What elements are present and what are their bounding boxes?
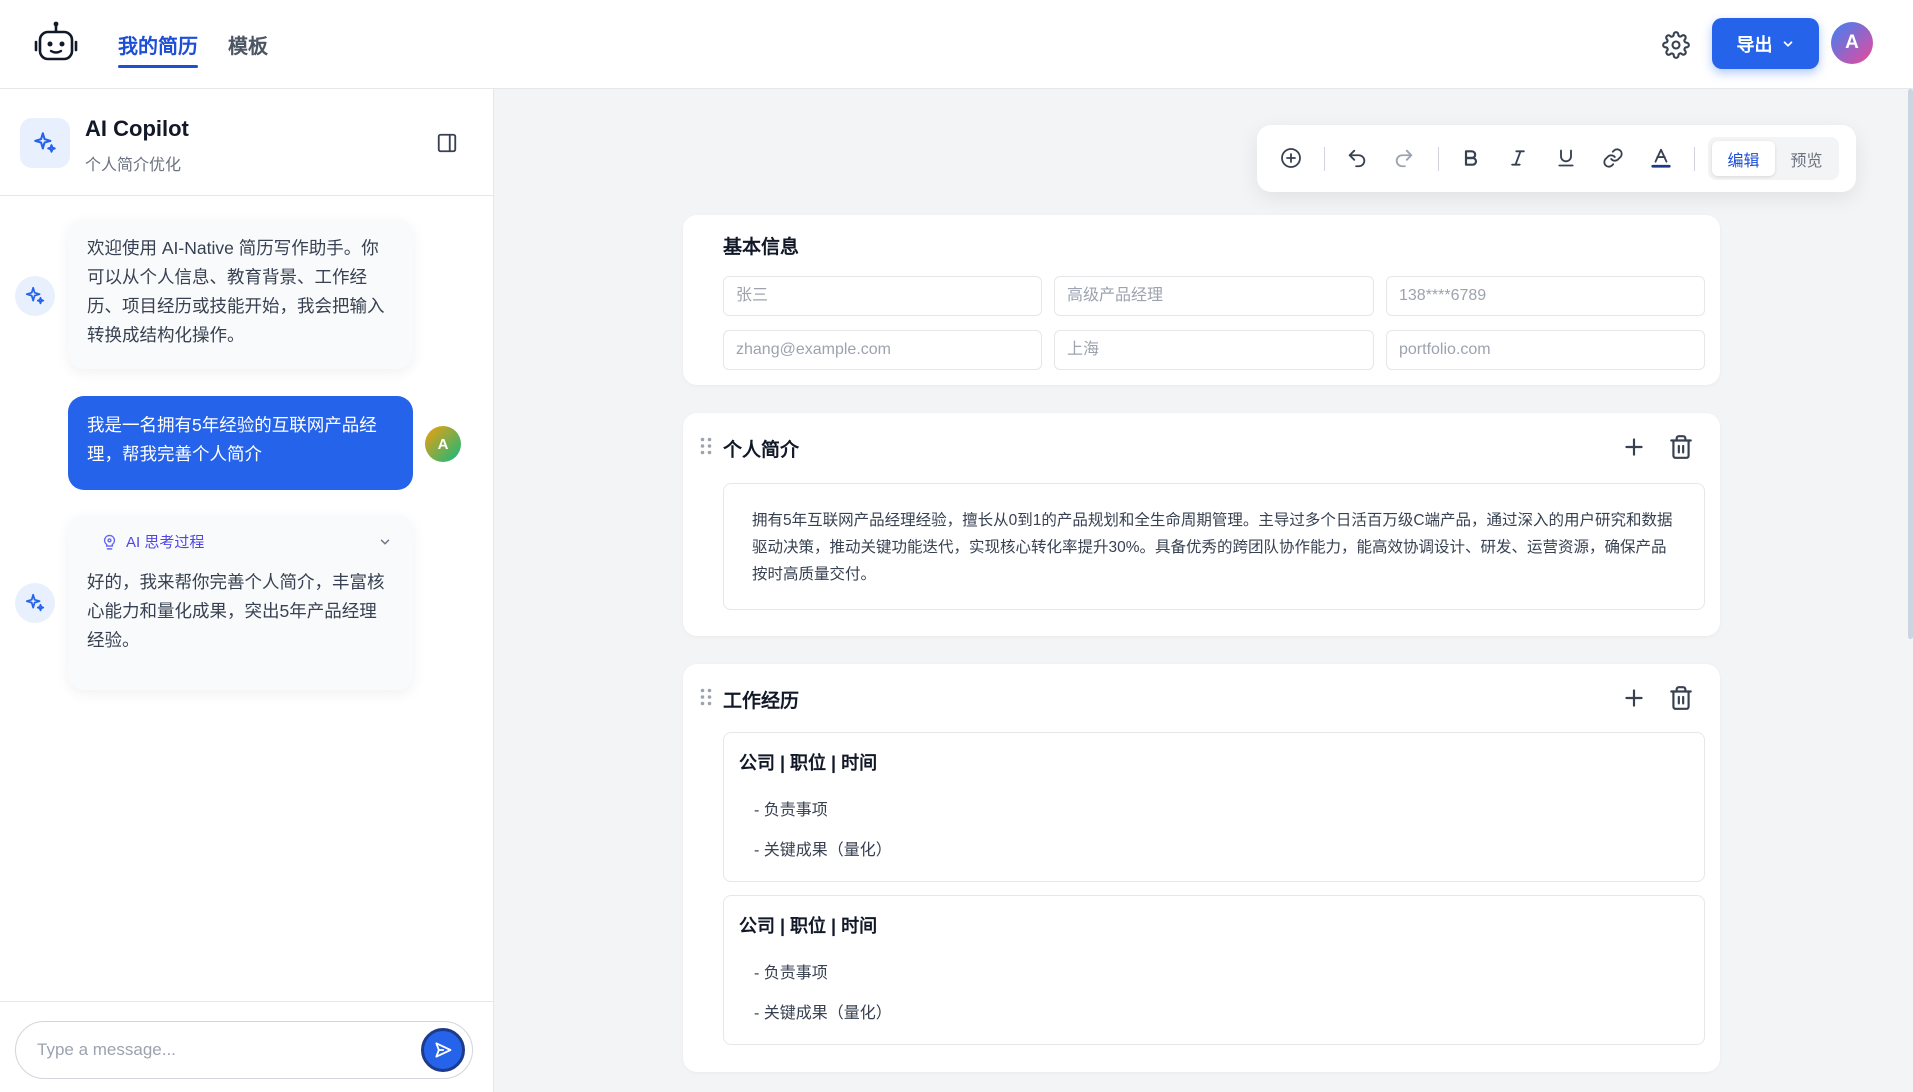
settings-gear-icon[interactable]: [1662, 31, 1690, 59]
sparkle-icon: [25, 593, 45, 612]
robot-logo-icon[interactable]: [33, 20, 79, 66]
toolbar-divider: [1324, 147, 1325, 171]
toolbar-divider: [1694, 147, 1695, 171]
add-icon[interactable]: [1621, 434, 1647, 460]
tab-my-resume[interactable]: 我的简历: [118, 30, 198, 68]
underline-icon: [1558, 149, 1574, 167]
italic-icon: [1511, 150, 1525, 166]
work-entry-heading: 公司 | 职位 | 时间: [739, 916, 878, 936]
drag-handle-icon[interactable]: [699, 436, 713, 456]
phone-field[interactable]: [1386, 276, 1705, 316]
trash-icon[interactable]: [1668, 685, 1694, 711]
redo-icon: [1395, 149, 1413, 168]
undo-button[interactable]: [1343, 144, 1371, 172]
plus-circle-icon: [1281, 148, 1301, 168]
work-title: 工作经历: [723, 691, 800, 712]
text-color-button[interactable]: [1647, 144, 1675, 172]
editor-toolbar: 编辑 预览: [1257, 125, 1856, 192]
bold-icon: [1464, 150, 1477, 166]
summary-card: 个人简介 拥有5年互联网产品经理经验，擅长从0到1的产品规划和全生命周期管理。主…: [683, 413, 1720, 636]
website-field[interactable]: [1386, 330, 1705, 370]
bold-button[interactable]: [1457, 144, 1485, 172]
redo-button[interactable]: [1390, 144, 1418, 172]
work-entry[interactable]: 公司 | 职位 | 时间 - 负责事项 - 关键成果（量化）: [723, 895, 1705, 1045]
sidebar-header: AI Copilot 个人简介优化: [0, 89, 493, 196]
tab-templates[interactable]: 模板: [228, 30, 268, 59]
preview-mode-button[interactable]: 预览: [1775, 141, 1838, 176]
export-label: 导出: [1736, 34, 1773, 55]
italic-button[interactable]: [1504, 144, 1532, 172]
ai-avatar: [15, 583, 55, 623]
drag-handle-icon[interactable]: [699, 687, 713, 707]
work-entry[interactable]: 公司 | 职位 | 时间 - 负责事项 - 关键成果（量化）: [723, 732, 1705, 882]
ai-message: 欢迎使用 AI-Native 简历写作助手。你可以从个人信息、教育背景、工作经历…: [68, 219, 413, 369]
mode-switch: 编辑 预览: [1708, 137, 1839, 180]
trash-icon[interactable]: [1668, 434, 1694, 460]
toolbar-divider: [1438, 147, 1439, 171]
basic-info-card: 基本信息: [683, 215, 1720, 385]
page-scrollbar[interactable]: [1908, 89, 1913, 639]
undo-icon: [1348, 149, 1366, 168]
copilot-badge: [20, 118, 70, 168]
ai-thinking-label: AI 思考过程: [126, 533, 205, 551]
work-entry-line: - 关键成果（量化）: [754, 1005, 892, 1022]
text-color-icon: [1651, 148, 1671, 168]
panel-toggle-icon[interactable]: [436, 132, 458, 154]
user-avatar[interactable]: A: [1831, 22, 1873, 64]
summary-text[interactable]: 拥有5年互联网产品经理经验，擅长从0到1的产品规划和全生命周期管理。主导过多个日…: [723, 483, 1705, 610]
basic-info-title: 基本信息: [723, 237, 800, 258]
user-message-avatar: A: [425, 426, 461, 462]
chevron-down-icon: [380, 539, 390, 545]
top-bar: 我的简历 模板 导出 A: [0, 0, 1913, 89]
export-button[interactable]: 导出: [1712, 18, 1819, 69]
ai-message: AI 思考过程 好的，我来帮你完善个人简介，丰富核心能力和量化成果，突出5年产品…: [68, 515, 413, 690]
chevron-down-icon: [1783, 40, 1792, 47]
edit-mode-button[interactable]: 编辑: [1712, 141, 1775, 176]
ai-message-text: 好的，我来帮你完善个人简介，丰富核心能力和量化成果，突出5年产品经理经验。: [87, 572, 385, 650]
ai-copilot-sidebar: AI Copilot 个人简介优化 欢迎使用 AI-Native 简历写作助手。…: [0, 89, 494, 1092]
brain-lightbulb-icon: [103, 534, 116, 550]
chat-input-bar: [0, 1001, 493, 1092]
underline-button[interactable]: [1552, 144, 1580, 172]
name-field[interactable]: [723, 276, 1042, 316]
work-entry-heading: 公司 | 职位 | 时间: [739, 753, 878, 773]
ai-thinking-toggle[interactable]: AI 思考过程: [87, 530, 394, 554]
add-block-button[interactable]: [1277, 144, 1305, 172]
copilot-title: AI Copilot: [85, 116, 189, 141]
user-message: 我是一名拥有5年经验的互联网产品经理，帮我完善个人简介: [68, 396, 413, 490]
work-entry-line: - 负责事项: [754, 802, 828, 819]
ai-avatar: [15, 276, 55, 316]
email-field[interactable]: [723, 330, 1042, 370]
link-icon: [1603, 148, 1623, 168]
job-title-field[interactable]: [1054, 276, 1374, 316]
add-icon[interactable]: [1621, 685, 1647, 711]
link-button[interactable]: [1599, 144, 1627, 172]
work-entry-line: - 负责事项: [754, 965, 828, 982]
city-field[interactable]: [1054, 330, 1374, 370]
send-button[interactable]: [421, 1028, 465, 1072]
work-experience-card: 工作经历 公司 | 职位 | 时间 - 负责事项 - 关键成果（量化） 公司 |…: [683, 664, 1720, 1072]
sparkle-icon: [25, 286, 45, 305]
sparkle-icon: [34, 132, 56, 153]
message-input[interactable]: [15, 1021, 473, 1079]
work-entry-line: - 关键成果（量化）: [754, 842, 892, 859]
copilot-subtitle: 个人简介优化: [85, 157, 182, 174]
summary-title: 个人简介: [723, 440, 800, 461]
send-icon: [435, 1042, 452, 1058]
